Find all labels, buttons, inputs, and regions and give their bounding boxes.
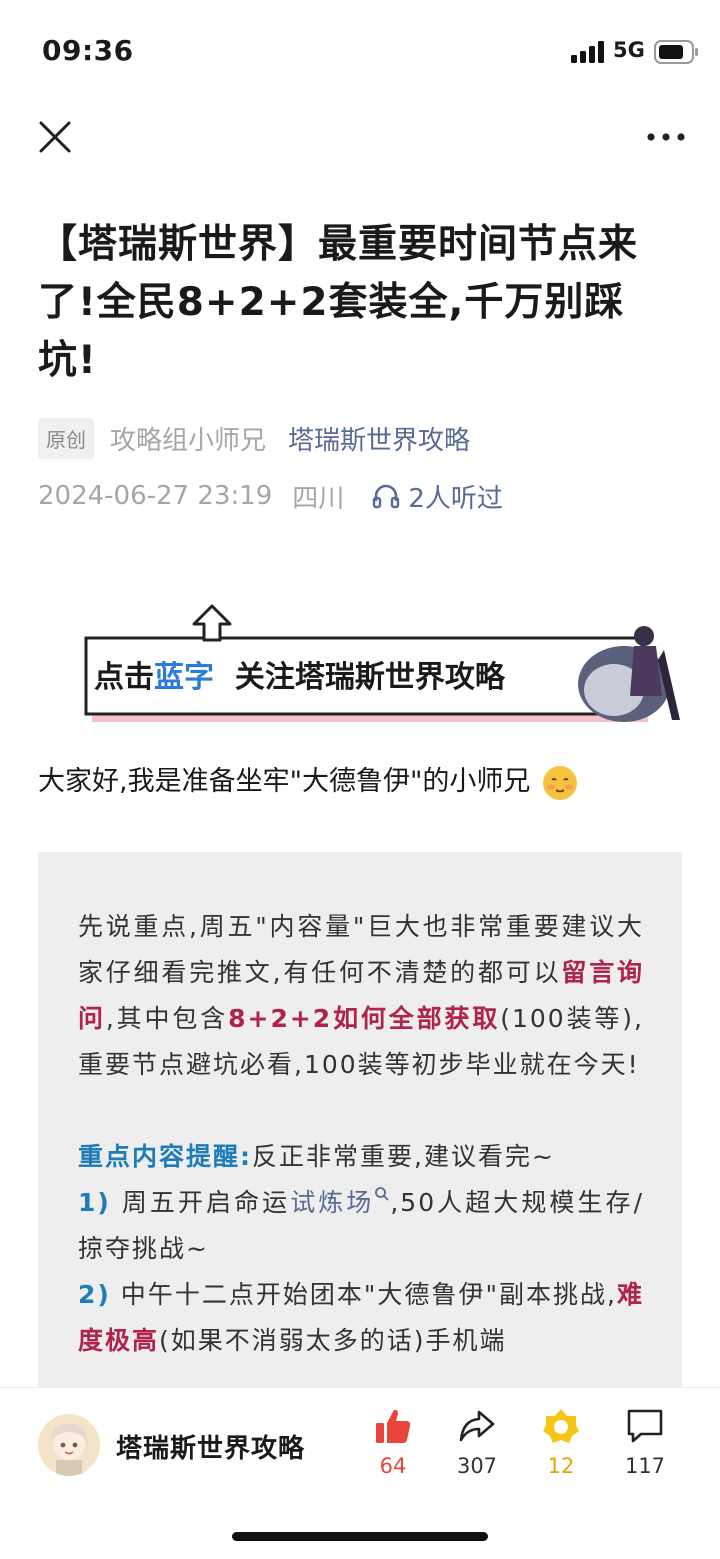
original-badge: 原创 <box>38 417 94 459</box>
share-button[interactable]: 307 <box>442 1406 512 1478</box>
listen-count: 2人听过 <box>408 483 503 514</box>
highlight-content: 先说重点,周五"内容量"巨大也非常重要建议大家仔细看完推文,有任何不清楚的都可以… <box>78 904 644 1364</box>
greeting-paragraph: 大家好,我是准备坐牢"大德鲁伊"的小师兄 <box>38 760 579 804</box>
share-count: 307 <box>456 1454 498 1478</box>
box-text: ,其中包含 <box>105 1004 229 1033</box>
recommend-icon <box>543 1409 579 1443</box>
publish-date: 2024-06-27 23:19 <box>38 481 273 511</box>
search-link[interactable]: 试炼场 <box>290 1188 374 1217</box>
list-item: 2) 中午十二点开始团本"大德鲁伊"副本挑战,难度极高(如果不消弱太多的话)手机… <box>78 1272 644 1364</box>
highlight-box: 先说重点,周五"内容量"巨大也非常重要建议大家仔细看完推文,有任何不清楚的都可以… <box>38 852 682 1412</box>
box-text: 反正非常重要,建议看完~ <box>252 1142 555 1171</box>
greeting-text: 大家好,我是准备坐牢"大德鲁伊"的小师兄 <box>38 766 531 797</box>
search-icon[interactable] <box>374 1186 390 1202</box>
signal-icon <box>571 41 604 63</box>
comment-icon <box>627 1409 663 1443</box>
banner-text: 点击蓝字 关注塔瑞斯世界攻略 <box>94 652 505 696</box>
battery-icon <box>654 40 698 64</box>
like-count: 64 <box>379 1454 407 1478</box>
section-heading: 重点内容提醒: <box>78 1142 252 1171</box>
status-time: 09:36 <box>42 34 134 67</box>
box-text: (如果不消弱太多的话)手机端 <box>159 1326 507 1355</box>
banner-prefix: 点击 <box>94 660 154 695</box>
box-text: 中午十二点开始团本"大德鲁伊"副本挑战, <box>120 1280 617 1309</box>
headphones-icon <box>373 484 400 509</box>
like-button[interactable]: 64 <box>358 1406 428 1478</box>
share-icon <box>459 1410 495 1442</box>
bottom-account-name[interactable]: 塔瑞斯世界攻略 <box>116 1428 305 1465</box>
avatar-image <box>38 1414 100 1476</box>
comment-button[interactable]: 117 <box>610 1406 680 1478</box>
box-text: 先说重点,周五"内容量"巨大也非常重要建议大家仔细看完推文,有任何不清楚的都可以 <box>78 912 644 987</box>
status-bar: 09:36 5G <box>0 0 720 100</box>
article-title: 【塔瑞斯世界】最重要时间节点来了!全民8+2+2套装全,千万别踩坑! <box>38 222 639 383</box>
home-indicator[interactable] <box>232 1532 488 1541</box>
thumbs-up-icon <box>376 1409 411 1443</box>
network-type: 5G <box>613 38 645 62</box>
list-number: 2) <box>78 1280 111 1309</box>
more-options-icon[interactable] <box>644 122 688 152</box>
star-button[interactable]: 12 <box>526 1406 596 1478</box>
comment-count: 117 <box>624 1454 666 1478</box>
emphasis-text: 8+2+2如何全部获取 <box>228 1004 501 1033</box>
account-link[interactable]: 塔瑞斯世界攻略 <box>288 420 470 457</box>
banner-highlight: 蓝字 <box>154 660 214 695</box>
star-count: 12 <box>547 1454 575 1478</box>
list-item: 1) 周五开启命运试炼场 ,50人超大规模生存/掠夺挑战~ <box>78 1180 644 1272</box>
location: 四川 <box>292 483 345 514</box>
listen-button[interactable]: 2人听过 <box>372 478 503 515</box>
close-icon[interactable] <box>36 118 74 156</box>
follow-banner[interactable]: 点击蓝字 关注塔瑞斯世界攻略 <box>84 600 684 725</box>
article-meta-secondary: 2024-06-27 23:19 四川 2人听过 <box>38 476 503 516</box>
box-paragraph-1: 先说重点,周五"内容量"巨大也非常重要建议大家仔细看完推文,有任何不清楚的都可以… <box>78 904 644 1088</box>
banner-suffix: 关注塔瑞斯世界攻略 <box>234 660 505 695</box>
box-text: 周五开启命运 <box>121 1188 291 1217</box>
article-meta: 原创 攻略组小师兄 塔瑞斯世界攻略 <box>38 417 470 459</box>
account-avatar[interactable] <box>38 1414 100 1476</box>
smile-emoji-icon <box>543 765 578 800</box>
list-number: 1) <box>78 1188 111 1217</box>
box-paragraph-2: 重点内容提醒:反正非常重要,建议看完~ <box>78 1134 644 1180</box>
author-name: 攻略组小师兄 <box>110 425 267 456</box>
